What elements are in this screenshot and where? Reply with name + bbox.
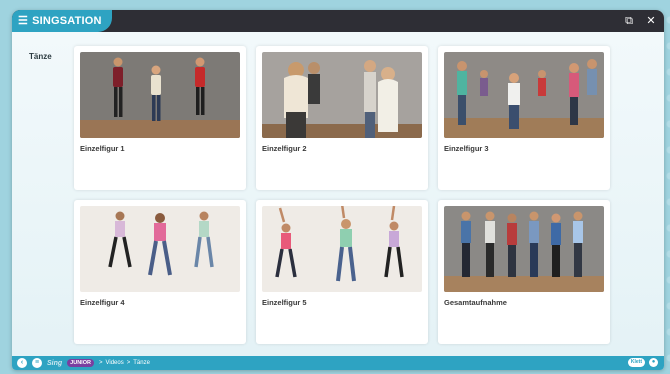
app-title: SINGSATION	[32, 15, 102, 27]
main-content: Tänze Einzelfigur 1 Einzelfigur 2 Einzel…	[12, 32, 664, 356]
video-title: Einzelfigur 5	[262, 298, 307, 307]
video-thumbnail[interactable]	[80, 52, 240, 138]
video-title: Einzelfigur 4	[80, 298, 125, 307]
publisher-pill[interactable]: Klett	[627, 358, 645, 367]
junior-badge: JUNIOR	[67, 359, 94, 367]
video-card[interactable]: Gesamtaufnahme	[438, 200, 610, 344]
section-title: Tänze	[29, 52, 52, 61]
close-icon[interactable]: ✕	[644, 13, 658, 29]
breadcrumb-separator: >	[98, 360, 103, 366]
breadcrumb-item-taenze: Tänze	[133, 360, 150, 366]
video-card[interactable]: Einzelfigur 4	[74, 200, 246, 344]
app-window: ☰ SINGSATION ⧉ ✕ Tänze Einzelfigur 1 Ein…	[12, 10, 664, 370]
video-title: Einzelfigur 1	[80, 144, 125, 153]
window-controls: ⧉ ✕	[622, 13, 658, 29]
menu-icon[interactable]: ☰	[18, 15, 28, 27]
breadcrumb-item-videos[interactable]: Videos	[105, 360, 123, 366]
video-thumbnail[interactable]	[444, 206, 604, 292]
user-icon[interactable]: ●	[649, 358, 658, 367]
video-thumbnail[interactable]	[80, 206, 240, 292]
breadcrumb-separator: >	[126, 360, 131, 366]
video-card[interactable]: Einzelfigur 1	[74, 46, 246, 190]
video-title: Einzelfigur 3	[444, 144, 489, 153]
video-card[interactable]: Einzelfigur 3	[438, 46, 610, 190]
footer-right: Klett ●	[627, 358, 658, 367]
video-title: Einzelfigur 2	[262, 144, 307, 153]
restore-icon[interactable]: ⧉	[622, 13, 636, 29]
video-card[interactable]: Einzelfigur 5	[256, 200, 428, 344]
breadcrumb: > Videos > Tänze	[99, 360, 150, 366]
footer-bar: ‹ ≡ Sing JUNIOR > Videos > Tänze Klett ●	[12, 356, 664, 370]
home-icon[interactable]: ≡	[32, 358, 42, 368]
back-icon[interactable]: ‹	[17, 358, 27, 368]
video-title: Gesamtaufnahme	[444, 298, 507, 307]
app-logo[interactable]: Sing	[47, 360, 62, 367]
video-thumbnail[interactable]	[262, 206, 422, 292]
video-thumbnail[interactable]	[444, 52, 604, 138]
video-card[interactable]: Einzelfigur 2	[256, 46, 428, 190]
video-thumbnail[interactable]	[262, 52, 422, 138]
app-brand[interactable]: ☰ SINGSATION	[12, 10, 112, 32]
title-bar: ☰ SINGSATION ⧉ ✕	[12, 10, 664, 32]
